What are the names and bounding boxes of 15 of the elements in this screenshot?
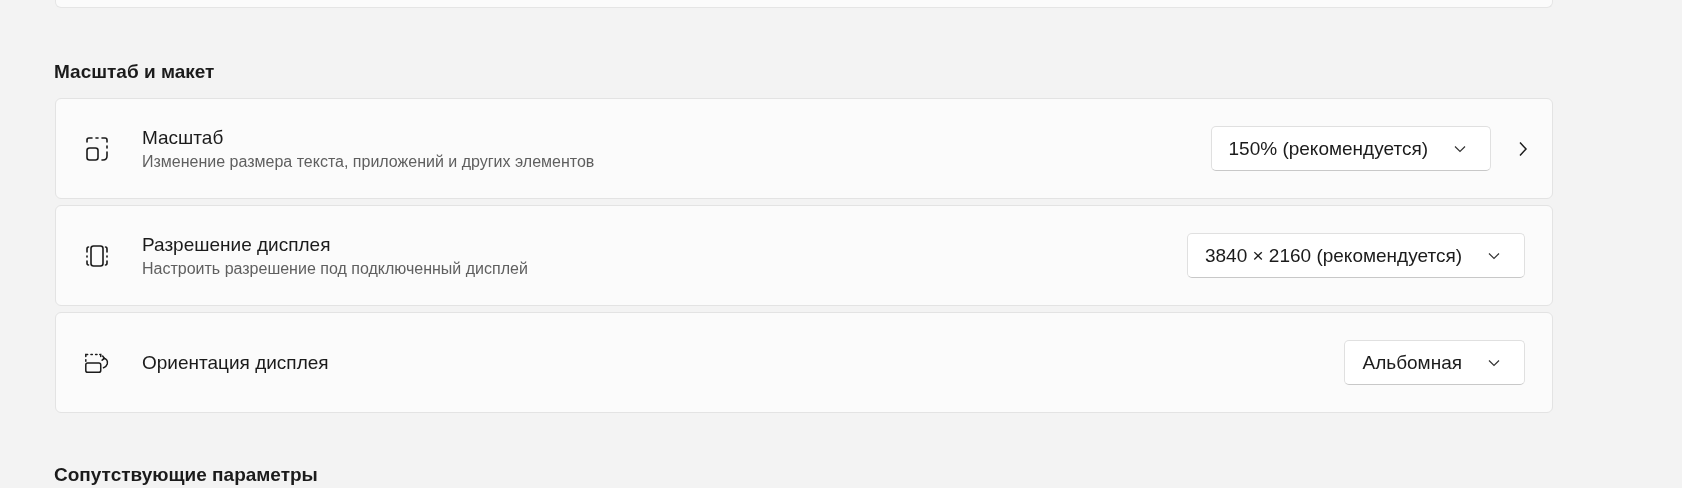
setting-description: Настроить разрешение под подключенный дисплей (142, 259, 529, 278)
dropdown[interactable]: 3840 × 2160 (рекомендуется) (1186, 233, 1525, 278)
chevron-down-icon (1488, 358, 1500, 367)
setting-title: Масштаб (142, 126, 225, 149)
chevron-down-icon (1454, 144, 1466, 153)
dropdown[interactable]: 150% (рекомендуется) (1210, 126, 1491, 171)
section-title: Масштаб и макет (54, 61, 216, 84)
dropdown[interactable]: Альбомная (1344, 340, 1525, 385)
section-title: Сопутствующие параметры (54, 464, 319, 487)
setting-title: Ориентация дисплея (142, 351, 330, 374)
scale-icon (83, 134, 111, 163)
setting-description: Изменение размера текста, приложений и других элементов (142, 152, 596, 171)
chevron-down-icon (1488, 251, 1500, 260)
setting-title: Разрешение дисплея (142, 233, 332, 256)
chevron-right-icon[interactable] (1518, 140, 1528, 157)
